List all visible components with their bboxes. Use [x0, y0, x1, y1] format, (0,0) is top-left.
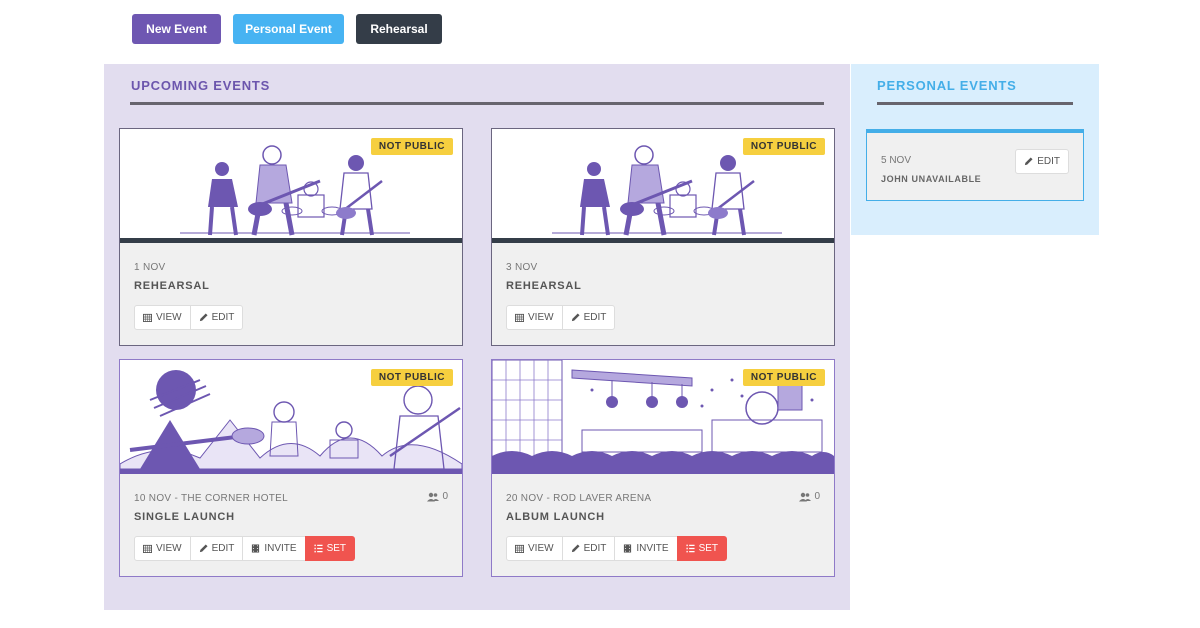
- set-button[interactable]: SET: [304, 536, 356, 561]
- edit-button[interactable]: EDIT: [1015, 149, 1069, 174]
- not-public-badge: NOT PUBLIC: [370, 138, 453, 155]
- attendee-count-value: 0: [814, 491, 820, 502]
- not-public-badge: NOT PUBLIC: [370, 369, 453, 386]
- event-actions: VIEW EDIT INVITE SET: [134, 536, 356, 561]
- users-icon: [427, 492, 439, 502]
- event-date-venue: 10 NOV - THE CORNER HOTEL: [134, 493, 289, 504]
- calendar-icon: [143, 544, 152, 553]
- divider: [130, 102, 824, 105]
- pencil-icon: [571, 544, 580, 553]
- event-name: REHEARSAL: [134, 280, 210, 292]
- event-date: 1 NOV: [134, 262, 166, 273]
- event-card: NOT PUBLIC 20 NOV - ROD LAVER ARENA 0 AL…: [491, 359, 835, 577]
- edit-button[interactable]: EDIT: [189, 536, 244, 561]
- event-name: REHEARSAL: [506, 280, 582, 292]
- pencil-icon: [199, 313, 208, 322]
- invite-label: INVITE: [636, 543, 669, 554]
- view-button[interactable]: VIEW: [506, 536, 563, 561]
- edit-label: EDIT: [583, 312, 607, 323]
- calendar-icon: [515, 544, 524, 553]
- rehearsal-button[interactable]: Rehearsal: [356, 14, 442, 44]
- personal-events-heading: PERSONAL EVENTS: [877, 78, 1017, 93]
- personal-event-name: JOHN UNAVAILABLE: [881, 174, 982, 184]
- set-button[interactable]: SET: [676, 536, 728, 561]
- new-event-button[interactable]: New Event: [132, 14, 221, 44]
- attendee-count: 0: [799, 491, 820, 502]
- event-name: SINGLE LAUNCH: [134, 511, 235, 523]
- invite-label: INVITE: [264, 543, 297, 554]
- upcoming-events-heading: UPCOMING EVENTS: [131, 78, 271, 93]
- list-icon: [314, 544, 323, 553]
- pencil-icon: [1024, 157, 1033, 166]
- event-actions: VIEW EDIT: [134, 305, 244, 330]
- view-button[interactable]: VIEW: [134, 536, 191, 561]
- divider: [492, 469, 834, 474]
- film-icon: [251, 544, 260, 553]
- personal-event-button[interactable]: Personal Event: [233, 14, 344, 44]
- divider: [877, 102, 1073, 105]
- edit-label: EDIT: [1037, 156, 1060, 167]
- edit-button[interactable]: EDIT: [561, 536, 616, 561]
- not-public-badge: NOT PUBLIC: [742, 369, 825, 386]
- view-label: VIEW: [528, 312, 554, 323]
- pencil-icon: [571, 313, 580, 322]
- not-public-badge: NOT PUBLIC: [742, 138, 825, 155]
- event-card: NOT PUBLIC 10 NOV - THE CORNER HOTEL 0 S…: [119, 359, 463, 577]
- event-actions: VIEW EDIT: [506, 305, 616, 330]
- attendee-count-value: 0: [442, 491, 448, 502]
- view-label: VIEW: [156, 312, 182, 323]
- view-button[interactable]: VIEW: [506, 305, 563, 330]
- event-card: NOT PUBLIC 3 NOV REHEARSAL VIEW EDIT: [491, 128, 835, 346]
- users-icon: [799, 492, 811, 502]
- edit-button[interactable]: EDIT: [189, 305, 244, 330]
- set-label: SET: [326, 543, 347, 554]
- view-label: VIEW: [528, 543, 554, 554]
- edit-label: EDIT: [583, 543, 607, 554]
- pencil-icon: [199, 544, 208, 553]
- event-name: ALBUM LAUNCH: [506, 511, 605, 523]
- event-date: 3 NOV: [506, 262, 538, 273]
- event-date-venue: 20 NOV - ROD LAVER ARENA: [506, 493, 652, 504]
- invite-button[interactable]: INVITE: [242, 536, 306, 561]
- divider: [492, 238, 834, 243]
- event-card: NOT PUBLIC 1 NOV REHEARSAL VIEW EDIT: [119, 128, 463, 346]
- view-button[interactable]: VIEW: [134, 305, 191, 330]
- list-icon: [686, 544, 695, 553]
- calendar-icon: [515, 313, 524, 322]
- attendee-count: 0: [427, 491, 448, 502]
- edit-label: EDIT: [211, 312, 235, 323]
- edit-button[interactable]: EDIT: [561, 305, 616, 330]
- personal-event-card: 5 NOV JOHN UNAVAILABLE EDIT: [866, 129, 1084, 201]
- view-label: VIEW: [156, 543, 182, 554]
- film-icon: [623, 544, 632, 553]
- edit-label: EDIT: [211, 543, 235, 554]
- invite-button[interactable]: INVITE: [614, 536, 678, 561]
- divider: [120, 469, 462, 474]
- personal-event-date: 5 NOV: [881, 155, 912, 166]
- calendar-icon: [143, 313, 152, 322]
- divider: [120, 238, 462, 243]
- set-label: SET: [698, 543, 719, 554]
- event-actions: VIEW EDIT INVITE SET: [506, 536, 728, 561]
